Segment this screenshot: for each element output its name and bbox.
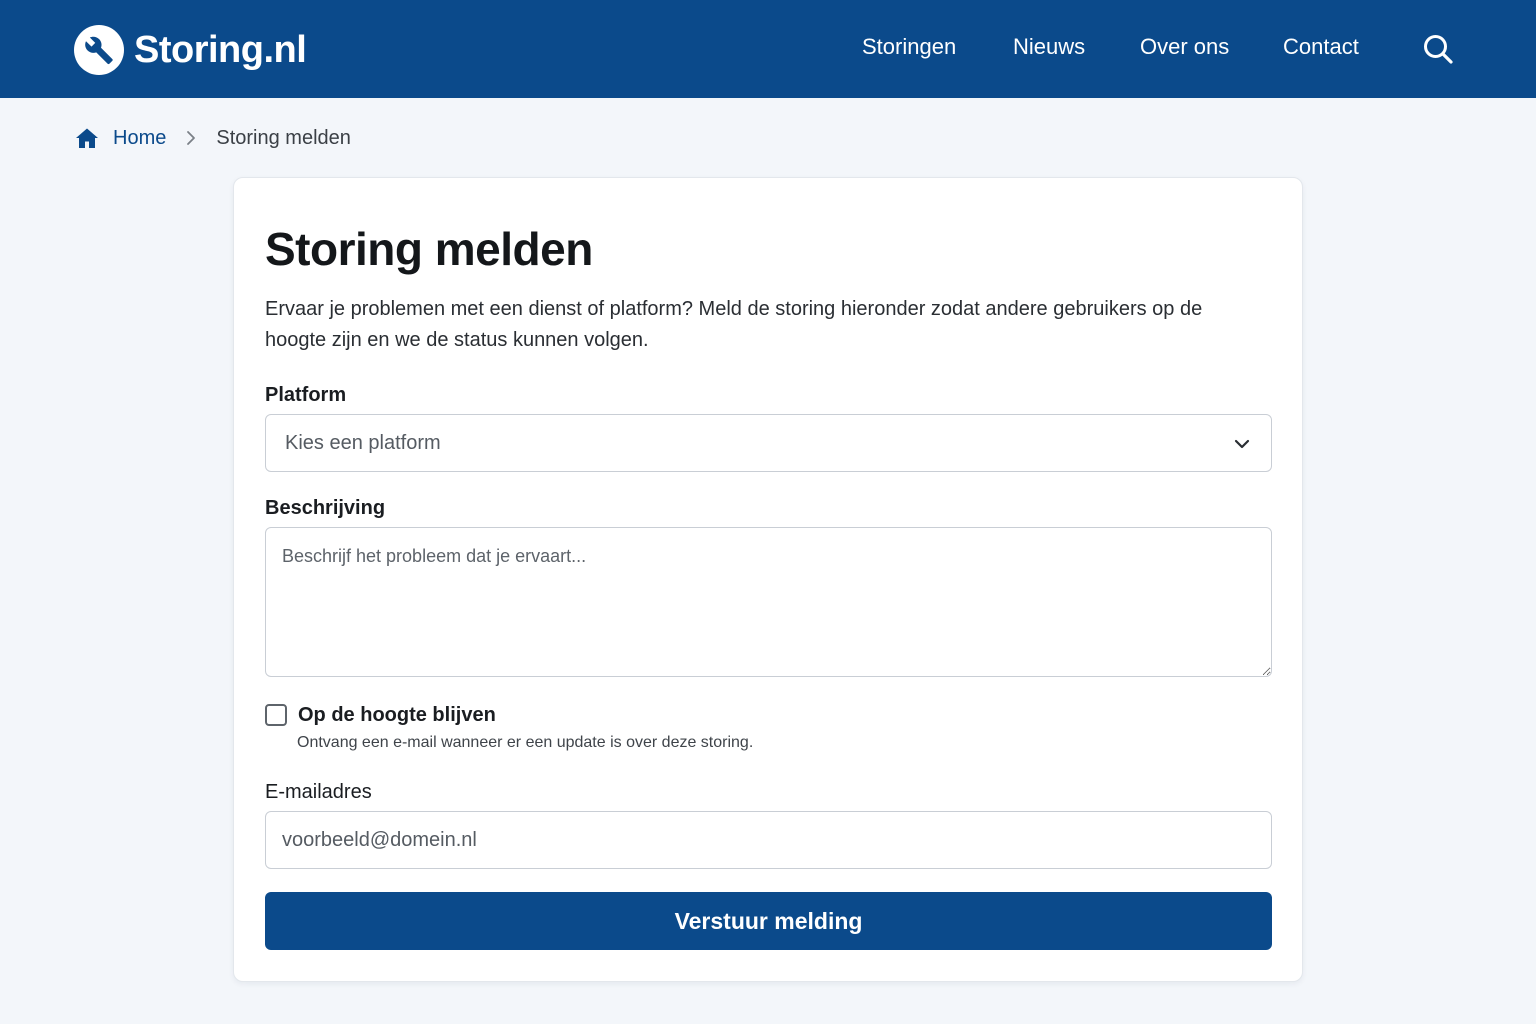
- home-icon: [76, 128, 98, 148]
- chevron-down-icon: [1234, 439, 1250, 449]
- chevron-right-icon: [186, 130, 196, 146]
- page-title: Storing melden: [265, 223, 593, 275]
- email-field[interactable]: [265, 811, 1272, 869]
- platform-select[interactable]: Kies een platform: [265, 414, 1272, 472]
- nav-item-nieuws[interactable]: Nieuws: [1013, 34, 1085, 60]
- subscribe-option: Op de hoogte blijven: [265, 702, 496, 728]
- breadcrumb-home-label: Home: [113, 126, 167, 149]
- submit-button[interactable]: Verstuur melding: [265, 892, 1272, 950]
- email-label: E-mailadres: [265, 781, 372, 803]
- nav-item-over-ons[interactable]: Over ons: [1140, 34, 1229, 60]
- intro-text: Ervaar je problemen met een dienst of pl…: [265, 298, 1203, 351]
- search-icon: [1424, 35, 1453, 64]
- report-form-card: Storing melden Ervaar je problemen met e…: [233, 177, 1303, 982]
- main-nav: Storingen Nieuws Over ons Contact: [0, 34, 1536, 68]
- subscribe-checkbox[interactable]: [265, 704, 287, 726]
- nav-item-contact[interactable]: Contact: [1283, 34, 1359, 60]
- top-navigation-bar: Storing.nl Storingen Nieuws Over ons Con…: [0, 0, 1536, 98]
- search-button[interactable]: [1420, 31, 1456, 67]
- breadcrumb-current: Storing melden: [216, 126, 351, 149]
- breadcrumb: Home Storing melden: [75, 124, 351, 152]
- nav-item-storingen[interactable]: Storingen: [862, 34, 956, 60]
- breadcrumb-home-link[interactable]: Home: [75, 127, 166, 150]
- description-label: Beschrijving: [265, 497, 386, 519]
- description-textarea[interactable]: [265, 527, 1272, 677]
- platform-label: Platform: [265, 384, 347, 406]
- subscribe-help-text: Ontvang een e-mail wanneer er een update…: [297, 734, 754, 751]
- platform-select-value: Kies een platform: [285, 432, 441, 454]
- subscribe-label[interactable]: Op de hoogte blijven: [298, 704, 496, 727]
